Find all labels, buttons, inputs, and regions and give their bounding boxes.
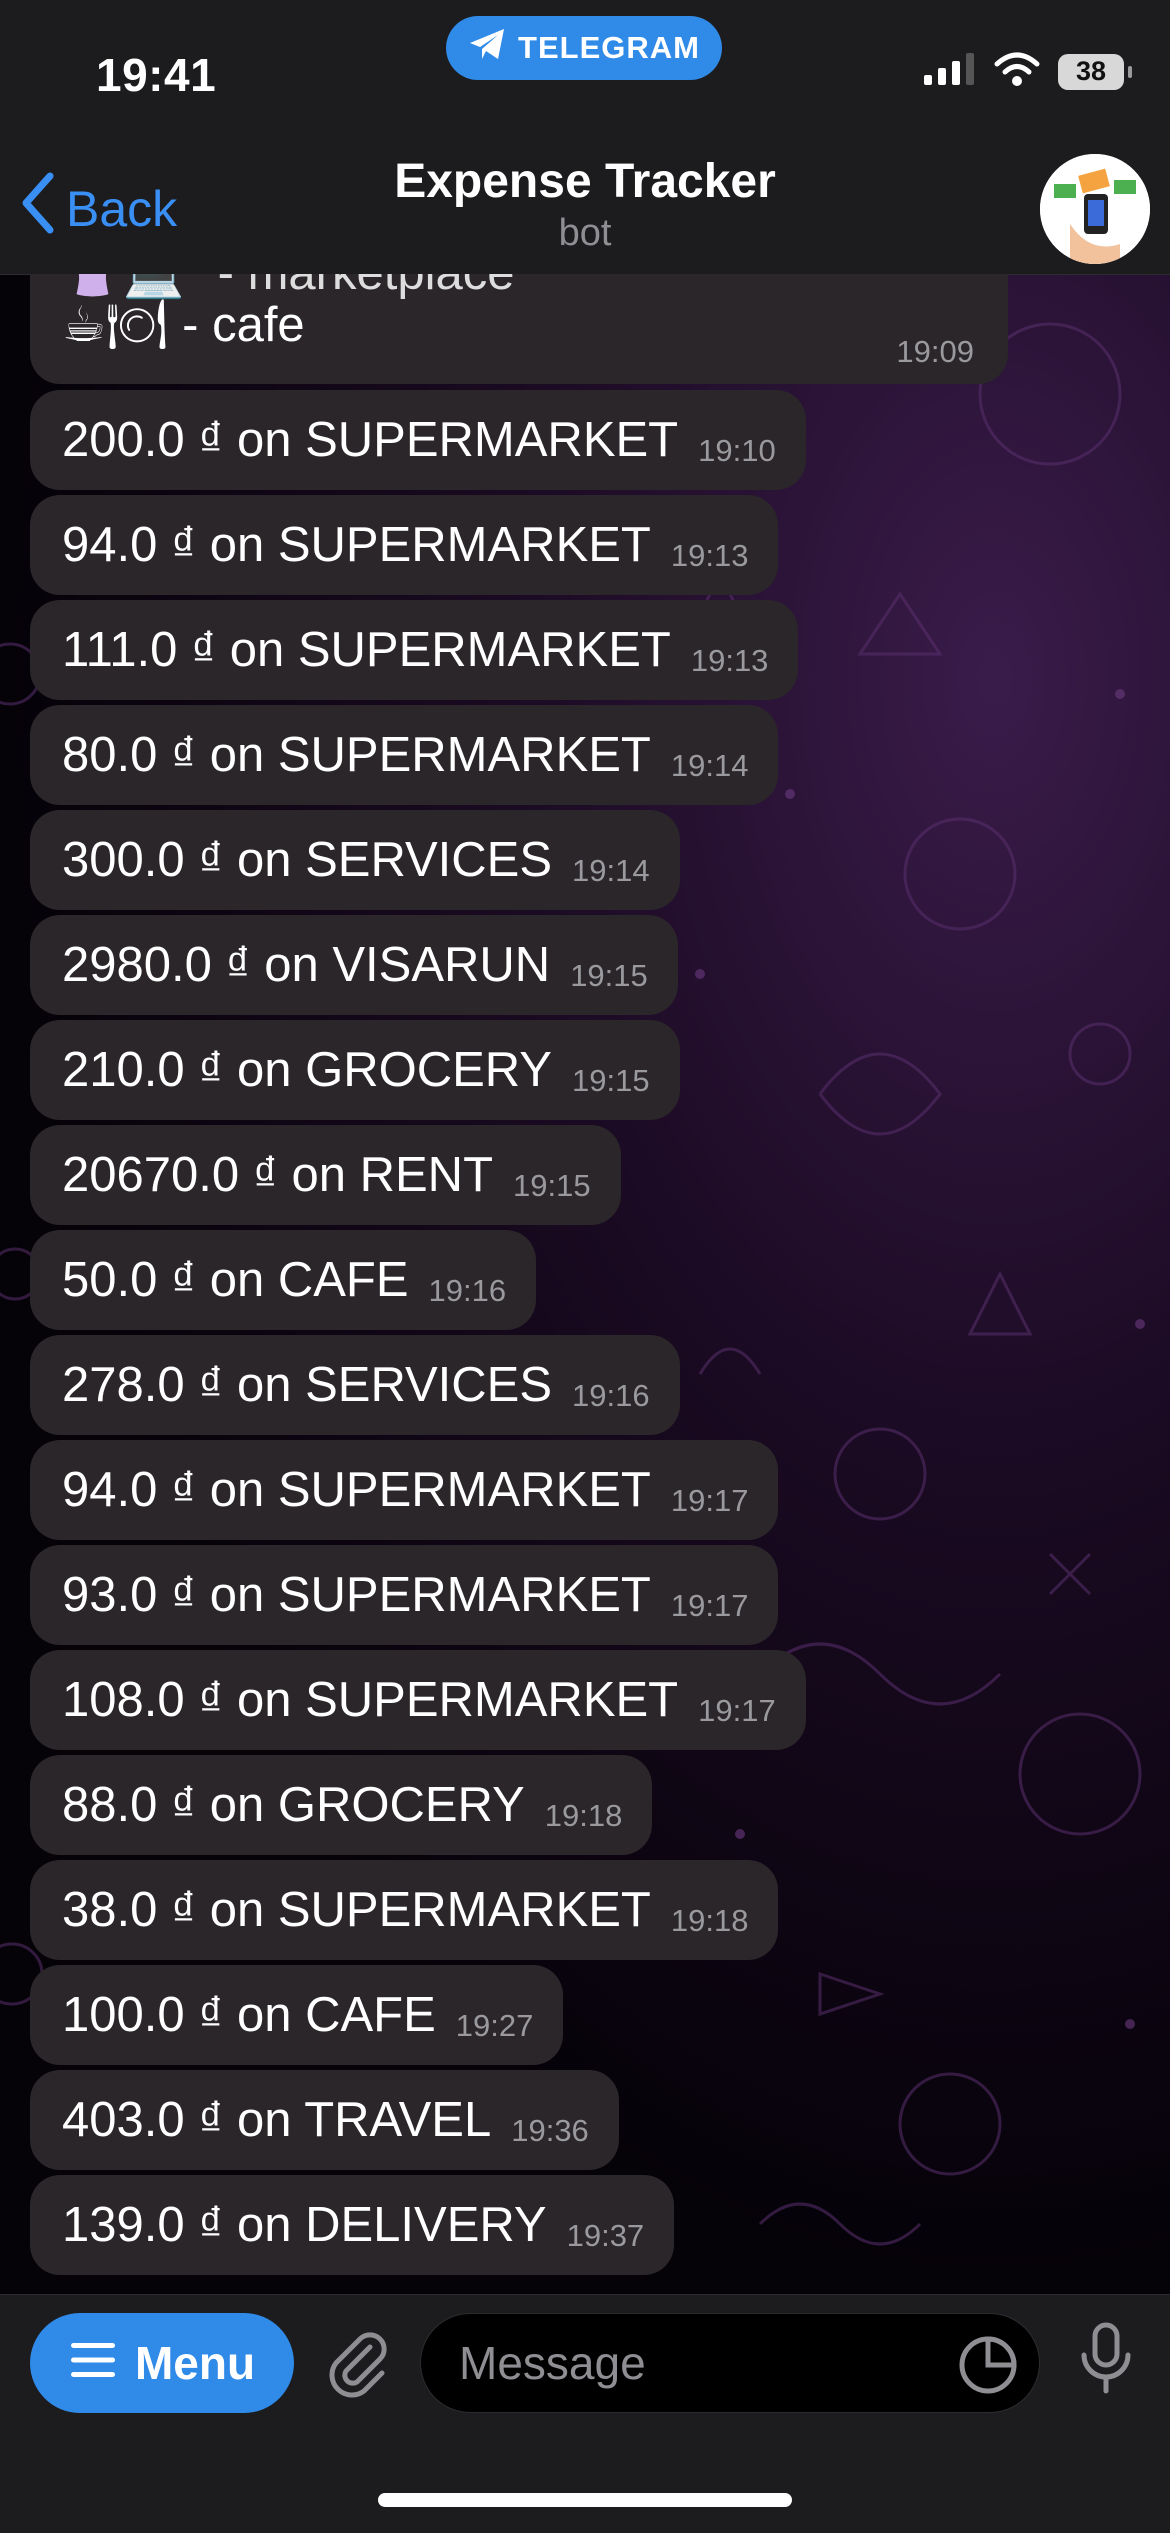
message-bubble[interactable]: 278.0 ₫ on SERVICES 19:16: [30, 1335, 680, 1435]
status-indicators: 38: [924, 52, 1132, 91]
message-bubble[interactable]: 80.0 ₫ on SUPERMARKET 19:14: [30, 705, 779, 805]
composer-bar: Menu Message: [0, 2294, 1170, 2533]
message-text: 93.0 ₫ on SUPERMARKET: [62, 1568, 651, 1622]
message-bubble[interactable]: 88.0 ₫ on GROCERY 19:18: [30, 1755, 653, 1855]
message-time: 19:10: [698, 433, 776, 468]
message-list[interactable]: 👚💻 - marketplace ☕🍽 - cafe 19:09 200.0 ₫…: [0, 274, 1170, 2294]
message-text: 300.0 ₫ on SERVICES: [62, 833, 553, 887]
message-bubble[interactable]: 100.0 ₫ on CAFE 19:27: [30, 1965, 564, 2065]
message-bubble[interactable]: 94.0 ₫ on SUPERMARKET 19:13: [30, 495, 779, 595]
message-text: 111.0 ₫ on SUPERMARKET: [62, 623, 671, 677]
telegram-plane-icon: [468, 27, 506, 69]
message-bubble-categories: 👚💻 - marketplace ☕🍽 - cafe 19:09: [30, 274, 1008, 384]
wifi-icon: [994, 52, 1040, 91]
chat-title[interactable]: Expense Tracker: [0, 154, 1170, 209]
message-time: 19:14: [670, 748, 749, 783]
message-time: 19:17: [698, 1693, 776, 1728]
menu-label: Menu: [134, 2337, 256, 2389]
message-time: 19:37: [566, 2218, 645, 2253]
message-bubble[interactable]: 2980.0 ₫ on VISARUN 19:15: [30, 915, 678, 1015]
message-time: 19:16: [572, 1378, 650, 1413]
cafe-text: - cafe: [182, 297, 305, 352]
message-bubble[interactable]: 93.0 ₫ on SUPERMARKET 19:17: [30, 1545, 779, 1645]
message-time: 19:27: [455, 2008, 534, 2043]
message-input[interactable]: Message: [420, 2313, 1040, 2413]
message-bubble[interactable]: 210.0 ₫ on GROCERY 19:15: [30, 1020, 680, 1120]
message-text: 210.0 ₫ on GROCERY: [62, 1043, 552, 1097]
message-bubble[interactable]: 94.0 ₫ on SUPERMARKET 19:17: [30, 1440, 779, 1540]
menu-icon: [69, 2336, 117, 2390]
message-text: 94.0 ₫ on SUPERMARKET: [62, 518, 651, 572]
status-time: 19:41: [96, 49, 217, 101]
telegram-pill-label: TELEGRAM: [518, 30, 700, 65]
message-time: 19:13: [670, 538, 749, 573]
message-text: 94.0 ₫ on SUPERMARKET: [62, 1463, 651, 1517]
message-text: 278.0 ₫ on SERVICES: [62, 1358, 553, 1412]
message-text: 2980.0 ₫ on VISARUN: [62, 938, 551, 992]
message-bubble[interactable]: 108.0 ₫ on SUPERMARKET 19:17: [30, 1650, 806, 1750]
message-text: 403.0 ₫ on TRAVEL: [62, 2093, 492, 2147]
chat-header: 19:41 TELEGRAM 38 Back Expense Tracker b…: [0, 0, 1170, 275]
message-bubble[interactable]: 38.0 ₫ on SUPERMARKET 19:18: [30, 1860, 779, 1960]
message-time: 19:17: [670, 1588, 749, 1623]
message-text: 38.0 ₫ on SUPERMARKET: [62, 1883, 651, 1937]
message-time: 19:17: [670, 1483, 749, 1518]
message-time: 19:18: [544, 1798, 623, 1833]
attach-icon[interactable]: [322, 2327, 394, 2404]
message-bubble[interactable]: 403.0 ₫ on TRAVEL 19:36: [30, 2070, 619, 2170]
message-time: 19:14: [572, 853, 650, 888]
message-text: 139.0 ₫ on DELIVERY: [62, 2198, 547, 2252]
message-text: 100.0 ₫ on CAFE: [62, 1988, 436, 2042]
battery-indicator: 38: [1058, 53, 1132, 90]
message-time: 19:09: [896, 334, 974, 369]
message-time: 19:18: [670, 1903, 749, 1938]
message-bubble[interactable]: 111.0 ₫ on SUPERMARKET 19:13: [30, 600, 799, 700]
message-bubble[interactable]: 200.0 ₫ on SUPERMARKET 19:10: [30, 390, 806, 490]
home-indicator: [378, 2493, 792, 2507]
message-time: 19:15: [571, 1063, 650, 1098]
message-time: 19:15: [513, 1168, 591, 1203]
message-time: 19:13: [690, 643, 769, 678]
message-bubble[interactable]: 50.0 ₫ on CAFE 19:16: [30, 1230, 537, 1330]
chat-subtitle: bot: [558, 212, 612, 254]
message-time: 19:15: [570, 958, 648, 993]
microphone-icon[interactable]: [1078, 2321, 1134, 2402]
message-text: 20670.0 ₫ on RENT: [62, 1148, 493, 1202]
signal-icon: [924, 53, 976, 90]
sticker-icon[interactable]: [958, 2335, 1018, 2400]
message-text: 200.0 ₫ on SUPERMARKET: [62, 413, 679, 467]
message-text: 108.0 ₫ on SUPERMARKET: [62, 1673, 679, 1727]
message-bubble[interactable]: 300.0 ₫ on SERVICES 19:14: [30, 810, 680, 910]
menu-button[interactable]: Menu: [30, 2313, 294, 2413]
message-time: 19:16: [428, 1273, 507, 1308]
message-bubble[interactable]: 20670.0 ₫ on RENT 19:15: [30, 1125, 621, 1225]
message-text: 88.0 ₫ on GROCERY: [62, 1778, 525, 1832]
message-bubble[interactable]: 139.0 ₫ on DELIVERY 19:37: [30, 2175, 675, 2275]
coffee-plate-emoji: ☕🍽: [62, 298, 169, 352]
telegram-pill[interactable]: TELEGRAM: [446, 16, 722, 80]
message-text: 50.0 ₫ on CAFE: [62, 1253, 409, 1307]
message-text: 80.0 ₫ on SUPERMARKET: [62, 728, 651, 782]
message-time: 19:36: [511, 2113, 589, 2148]
message-line-cafe: ☕🍽 - cafe: [62, 296, 305, 353]
bot-avatar[interactable]: [1040, 154, 1150, 264]
